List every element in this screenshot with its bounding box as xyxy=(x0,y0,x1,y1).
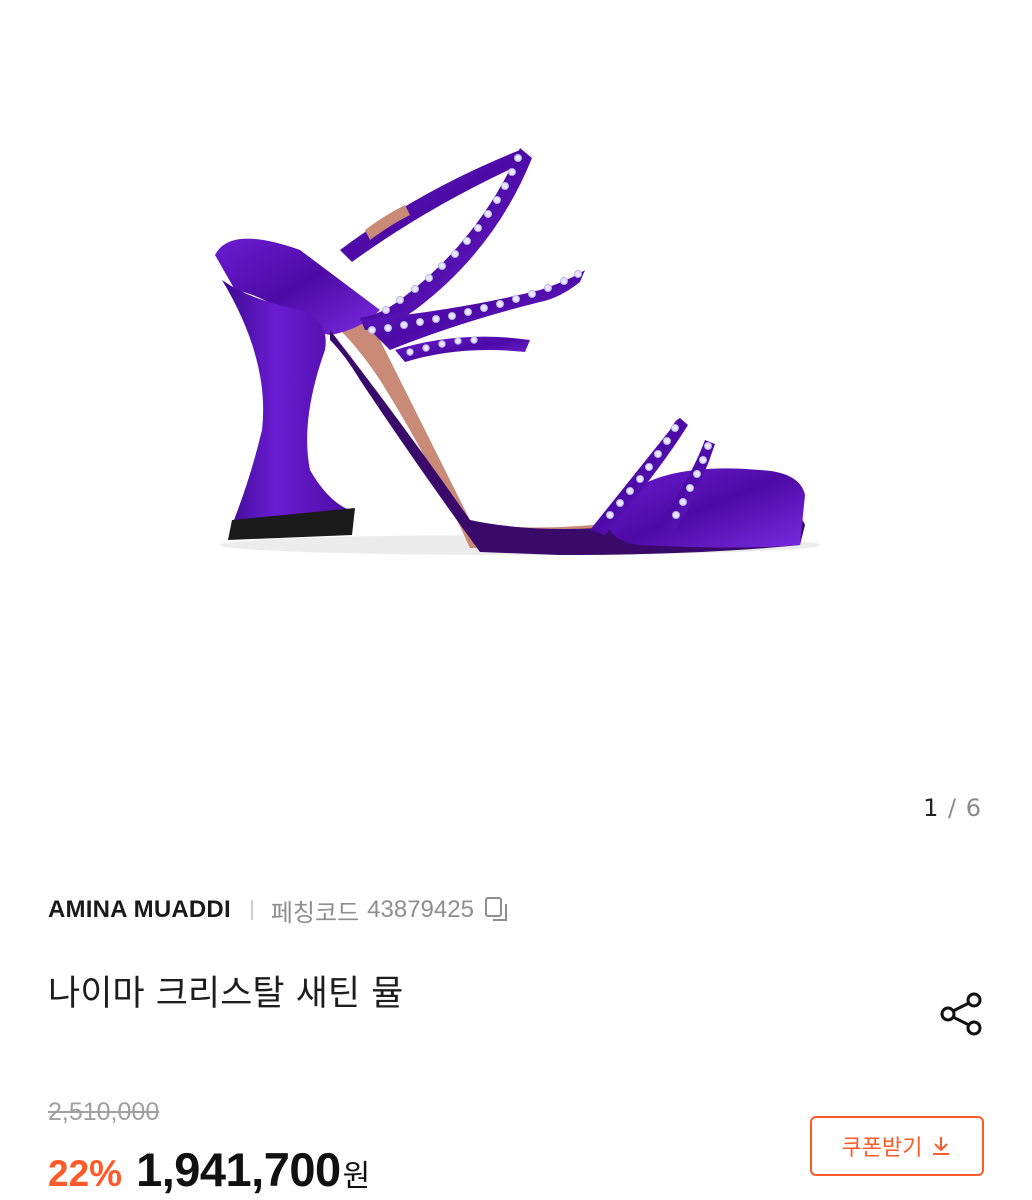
share-icon[interactable] xyxy=(938,990,986,1038)
product-code-value: 43879425 xyxy=(367,896,474,923)
meta-divider xyxy=(250,900,253,920)
sale-price: 1,941,700 xyxy=(136,1143,341,1196)
image-counter-separator: / xyxy=(947,794,958,822)
product-meta-row: AMINA MUADDI 페칭코드 43879425 xyxy=(48,893,510,927)
brand-name[interactable]: AMINA MUADDI xyxy=(48,896,231,924)
image-counter: 1 / 6 xyxy=(923,794,982,822)
price-row: 22% 1,941,700 원 xyxy=(48,1142,370,1197)
coupon-download-button[interactable]: 쿠폰받기 xyxy=(810,1116,984,1176)
image-counter-total: 6 xyxy=(965,794,982,822)
discount-rate: 22% xyxy=(48,1153,123,1194)
copy-icon[interactable] xyxy=(484,896,510,924)
product-image xyxy=(215,148,820,555)
product-title: 나이마 크리스탈 새틴 뮬 xyxy=(48,974,404,1014)
download-icon xyxy=(930,1135,952,1157)
coupon-button-label: 쿠폰받기 xyxy=(841,1136,923,1161)
original-price: 2,510,000 xyxy=(48,1098,160,1126)
image-counter-current: 1 xyxy=(923,794,940,822)
product-image-gallery[interactable]: 1 / 6 xyxy=(0,0,1032,860)
currency-unit: 원 xyxy=(342,1159,371,1194)
product-code-label: 페칭코드 xyxy=(270,899,360,927)
